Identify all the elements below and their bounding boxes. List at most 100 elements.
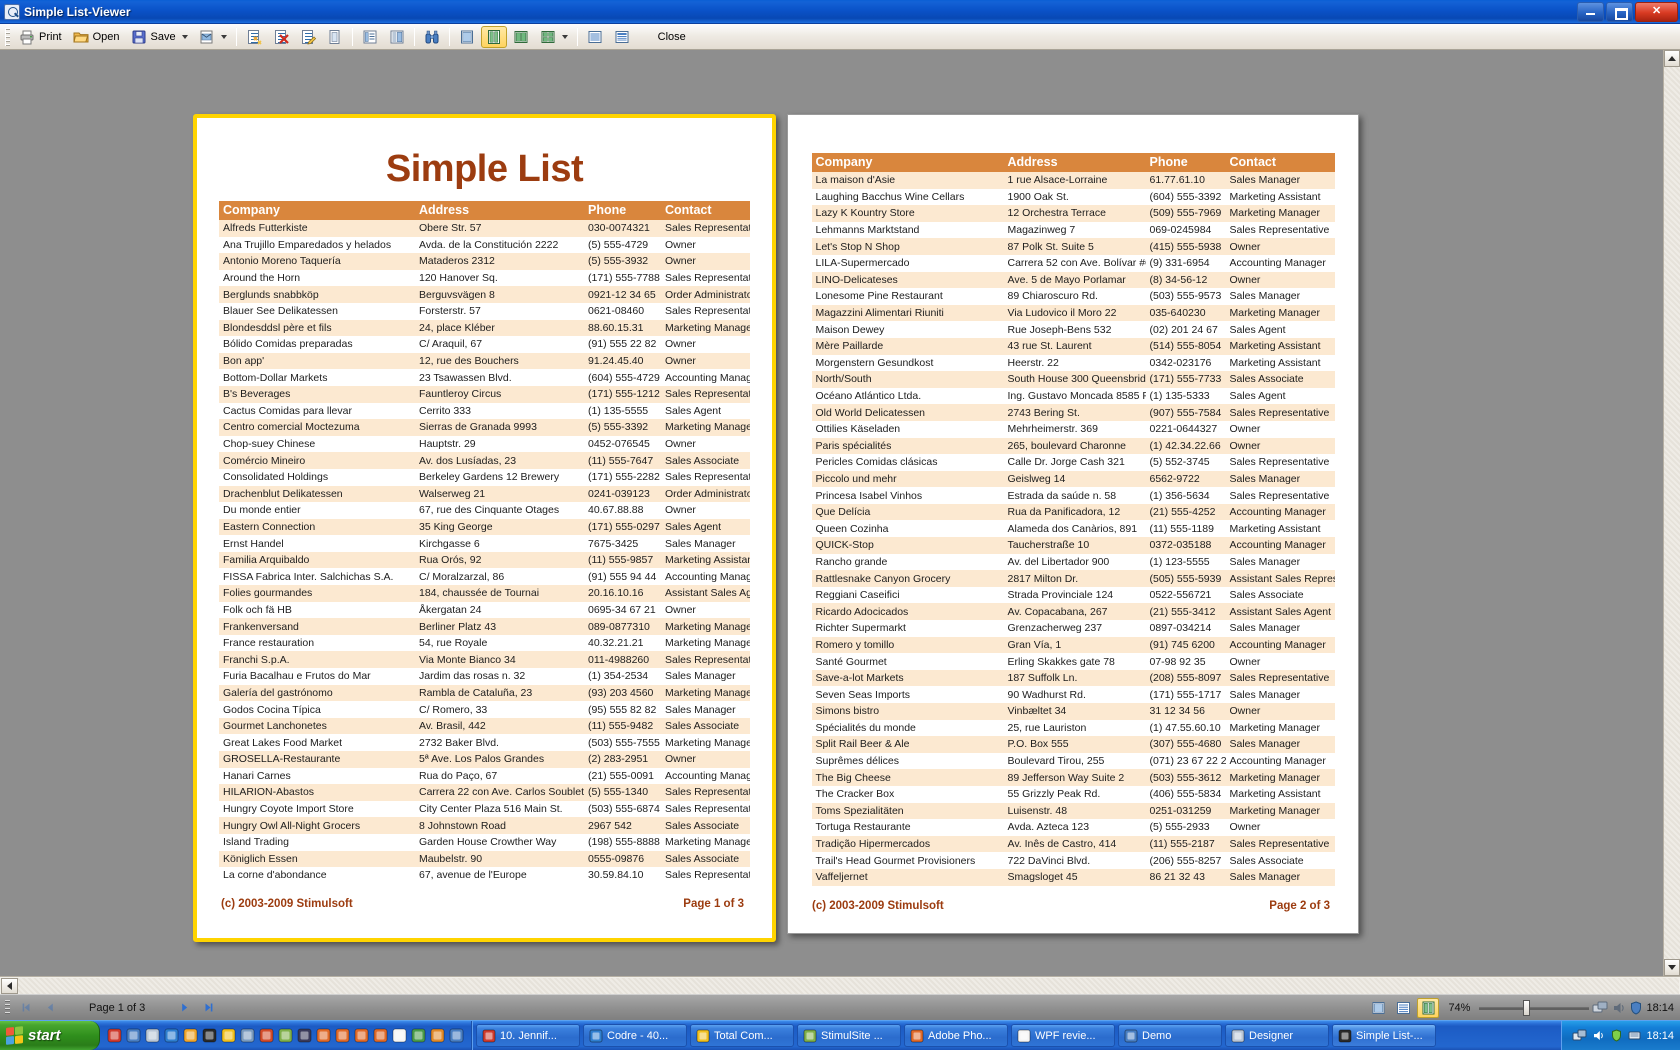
save-label: Save — [150, 30, 176, 43]
cell-contact: Accounting Manager — [661, 767, 750, 785]
photoshop-icon[interactable] — [315, 1027, 332, 1044]
maximize-button[interactable] — [1606, 1, 1633, 22]
scroll-down-button[interactable] — [1664, 959, 1680, 976]
delete-page-button[interactable] — [268, 26, 294, 48]
continuous-view-button[interactable] — [480, 25, 507, 48]
bridge-icon[interactable] — [372, 1027, 389, 1044]
copy-page-button[interactable] — [322, 26, 348, 48]
multi-page-view-button[interactable] — [535, 26, 573, 48]
internet-explorer-icon[interactable] — [163, 1027, 180, 1044]
cell-address: 23 Tsawassen Blvd. — [415, 369, 584, 386]
taskbar-item-label: WPF revie... — [1035, 1029, 1096, 1042]
illustrator-icon[interactable] — [334, 1027, 351, 1044]
taskbar-item-0[interactable]: 10. Jennif... — [476, 1024, 580, 1047]
cell-company: North/South — [811, 371, 1004, 388]
chrome-icon[interactable] — [182, 1027, 199, 1044]
taskbar-item-2[interactable]: Total Com... — [690, 1024, 794, 1047]
save-button[interactable]: Save — [126, 26, 193, 48]
send-dropdown-caret-icon[interactable] — [220, 34, 227, 39]
taskbar-item-3[interactable]: StimulSite ... — [797, 1024, 901, 1047]
column-header-contact: Contact — [1225, 153, 1335, 172]
zoom-page-width-button[interactable] — [582, 26, 608, 48]
find-button[interactable] — [419, 26, 445, 48]
table-row: Maison Dewey Rue Joseph-Bens 532 (02) 201 … — [811, 321, 1335, 338]
print-button[interactable]: Print — [14, 26, 67, 48]
report-page-2[interactable]: Company Address Phone Contact La maison d'A… — [787, 114, 1359, 934]
start-button[interactable]: start — [0, 1021, 100, 1050]
scroll-left-button[interactable] — [1, 977, 18, 994]
two-page-view-button[interactable] — [508, 26, 534, 48]
table-row: FISSA Fabrica Inter. Salchichas S.A. C/ M… — [219, 568, 750, 586]
table-row: Save-a-lot Markets 187 Suffolk Ln. (208) 5… — [811, 669, 1335, 687]
open-button[interactable]: Open — [68, 26, 125, 48]
page-canvas[interactable]: Simple List Company Address Phone Contact A… — [0, 50, 1663, 976]
designer-icon — [1231, 1029, 1245, 1043]
previous-page-button[interactable] — [39, 998, 61, 1018]
editor-icon[interactable] — [277, 1027, 294, 1044]
table-row: The Cracker Box 55 Grizzly Peak Rd. (406) … — [811, 785, 1335, 803]
horizontal-scrollbar[interactable] — [0, 976, 1680, 994]
taskbar-item-8[interactable]: Simple List-... — [1332, 1024, 1436, 1047]
cell-address: Boulevard Tirou, 255 — [1003, 752, 1146, 770]
new-page-button[interactable] — [241, 26, 267, 48]
cell-phone: 40.67.88.88 — [584, 502, 661, 519]
next-page-button[interactable] — [173, 998, 195, 1018]
status-two-page-mode-button[interactable] — [1392, 998, 1414, 1018]
multi-page-dropdown-caret-icon[interactable] — [561, 34, 568, 39]
cloud-icon[interactable] — [144, 1027, 161, 1044]
cell-contact: Accounting Manager — [1225, 254, 1335, 272]
application-window: Simple List-Viewer ✕ Print Open Save Clo… — [0, 0, 1680, 1050]
bookmarks-button[interactable] — [357, 26, 383, 48]
cell-phone: 0921-12 34 65 — [584, 286, 661, 303]
status-single-page-mode-button[interactable] — [1367, 998, 1389, 1018]
zoom-slider-knob[interactable] — [1523, 999, 1531, 1016]
floppy-icon[interactable] — [106, 1027, 123, 1044]
vertical-scrollbar[interactable] — [1663, 50, 1680, 976]
taskbar-item-5[interactable]: WPF revie... — [1011, 1024, 1115, 1047]
thumbnails-button[interactable] — [384, 26, 410, 48]
cell-contact: Marketing Manager — [661, 419, 750, 436]
zoom-page-height-button[interactable] — [609, 26, 635, 48]
calculator-icon[interactable] — [125, 1027, 142, 1044]
zoom-slider[interactable] — [1479, 999, 1590, 1016]
system-tray: 18:14 — [1561, 1021, 1680, 1050]
cell-contact: Owner — [661, 336, 750, 353]
table-row: Cactus Comidas para llevar Cerrito 333 (1)… — [219, 402, 750, 420]
horizontal-scroll-track[interactable] — [18, 977, 1679, 994]
statusbar-grip[interactable] — [5, 999, 10, 1016]
report-page-1[interactable]: Simple List Company Address Phone Contact A… — [193, 114, 776, 942]
indesign-icon[interactable] — [353, 1027, 370, 1044]
cell-company: Franchi S.p.A. — [219, 651, 415, 669]
vertical-scroll-track[interactable] — [1664, 67, 1680, 959]
taskbar-item-6[interactable]: Demo — [1118, 1024, 1222, 1047]
film-icon[interactable] — [201, 1027, 218, 1044]
taskbar-item-4[interactable]: Adobe Pho... — [904, 1024, 1008, 1047]
send-button[interactable] — [194, 26, 232, 48]
notes-icon[interactable] — [220, 1027, 237, 1044]
edit-page-button[interactable] — [295, 26, 321, 48]
export-icon[interactable] — [429, 1027, 446, 1044]
lock-icon[interactable] — [296, 1027, 313, 1044]
toolbar-grip[interactable] — [5, 27, 10, 46]
last-page-button[interactable] — [197, 998, 219, 1018]
tools-icon[interactable] — [239, 1027, 256, 1044]
chevron-up-icon — [1668, 56, 1676, 61]
taskbar-item-7[interactable]: Designer — [1225, 1024, 1329, 1047]
close-document-button[interactable]: Close — [658, 31, 686, 43]
flash-icon[interactable] — [258, 1027, 275, 1044]
save-dropdown-caret-icon[interactable] — [181, 34, 188, 39]
cell-contact: Marketing Manager — [661, 634, 750, 652]
minimize-button[interactable] — [1577, 1, 1604, 22]
single-page-view-button[interactable] — [454, 26, 480, 48]
first-page-button[interactable] — [15, 998, 37, 1018]
paint-icon[interactable] — [410, 1027, 427, 1044]
cell-contact: Sales Manager — [1225, 553, 1335, 571]
taskbar-item-1[interactable]: Codre - 40... — [583, 1024, 687, 1047]
scroll-up-button[interactable] — [1664, 50, 1680, 67]
window2-icon[interactable] — [448, 1027, 465, 1044]
cell-contact: Sales Manager — [1225, 620, 1335, 637]
status-continuous-mode-button[interactable] — [1417, 997, 1440, 1018]
close-window-button[interactable]: ✕ — [1635, 1, 1678, 22]
window-icon[interactable] — [391, 1027, 408, 1044]
table-row: Königlich Essen Maubelstr. 90 0555-09876 Sa… — [219, 850, 750, 868]
